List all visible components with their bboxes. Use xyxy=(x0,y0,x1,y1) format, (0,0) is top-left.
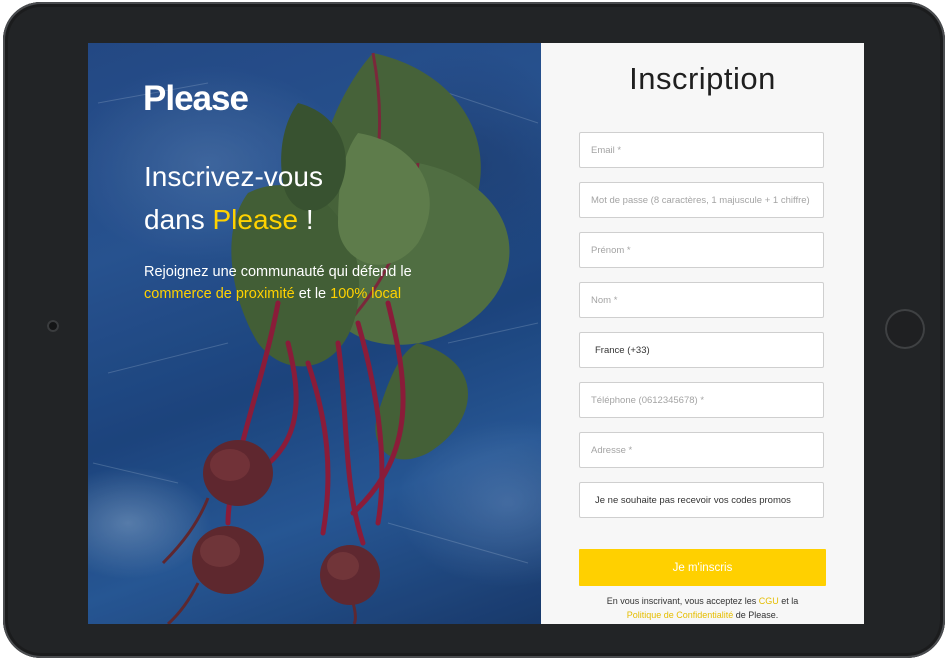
subtext-mid: et le xyxy=(294,286,331,302)
address-field[interactable] xyxy=(579,432,824,468)
cgu-link[interactable]: CGU xyxy=(759,596,779,606)
lastname-field[interactable] xyxy=(579,282,824,318)
hero-panel: Please Inscrivez-vous dans Please ! Rejo… xyxy=(88,43,541,624)
tablet-frame: Please Inscrivez-vous dans Please ! Rejo… xyxy=(3,2,945,658)
legal-suffix: de Please. xyxy=(733,610,779,620)
promo-optout-checkbox[interactable]: Je ne souhaite pas recevoir vos codes pr… xyxy=(579,482,824,518)
form-title: Inscription xyxy=(629,61,776,96)
hero-subtext: Rejoignez une communauté qui défend le c… xyxy=(144,261,524,305)
country-code-value: France (+33) xyxy=(595,344,650,356)
country-code-select[interactable]: France (+33) xyxy=(579,332,824,368)
legal-middle: et la xyxy=(778,596,799,606)
headline-line1: Inscrivez-vous xyxy=(144,161,323,192)
headline-line2-start: dans xyxy=(144,204,213,235)
signup-form-panel: Inscription France (+33) Je ne souhaite … xyxy=(541,43,864,624)
email-field[interactable] xyxy=(579,132,824,168)
promo-optout-label: Je ne souhaite pas recevoir vos codes pr… xyxy=(595,494,791,506)
subtext-line1: Rejoignez une communauté qui défend le xyxy=(144,264,412,280)
privacy-policy-link[interactable]: Politique de Confidentialité xyxy=(627,610,734,620)
legal-prefix: En vous inscrivant, vous acceptez les xyxy=(606,596,759,606)
password-field[interactable] xyxy=(579,182,824,218)
camera-icon xyxy=(47,320,59,332)
hero-headline: Inscrivez-vous dans Please ! xyxy=(144,155,524,241)
home-button-icon[interactable] xyxy=(885,309,925,349)
firstname-field[interactable] xyxy=(579,232,824,268)
subtext-highlight-local: 100% local xyxy=(330,286,402,302)
headline-highlight: Please xyxy=(212,204,299,235)
headline-end: ! xyxy=(298,204,314,235)
signup-button[interactable]: Je m'inscris xyxy=(579,549,826,586)
legal-notice: En vous inscrivant, vous acceptez les CG… xyxy=(561,594,844,622)
logo: Please xyxy=(143,79,249,118)
subtext-highlight-proximity: commerce de proximité xyxy=(144,286,295,302)
phone-field[interactable] xyxy=(579,382,824,418)
beetroot-image xyxy=(88,43,541,624)
screen: Please Inscrivez-vous dans Please ! Rejo… xyxy=(88,43,864,624)
